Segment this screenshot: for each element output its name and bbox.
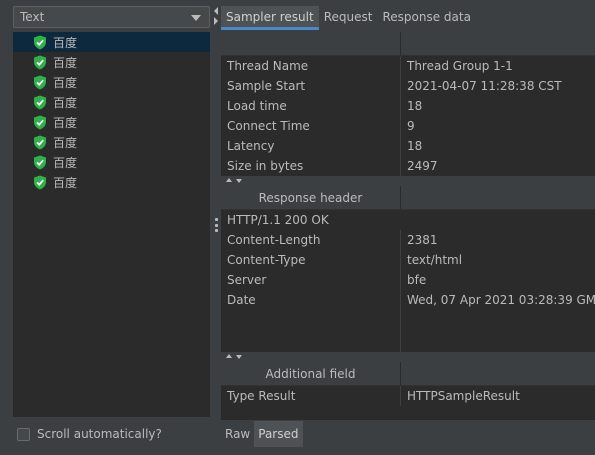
row-value: 18 (407, 99, 423, 113)
tree-item[interactable]: 百度 (13, 112, 210, 132)
row-name: Type Result (221, 386, 401, 406)
success-shield-icon (34, 155, 46, 169)
arrow-down-icon[interactable] (236, 355, 242, 359)
table-row: Connect Time 9 (221, 116, 595, 136)
row-value: Thread Group 1-1 (407, 59, 513, 73)
additional-field-title-row: Additional field (221, 362, 595, 386)
row-name: Latency (221, 136, 401, 156)
section-resizer[interactable] (221, 176, 595, 186)
row-value: Wed, 07 Apr 2021 03:28:39 GMT (407, 293, 595, 307)
row-name: Size in bytes (221, 156, 401, 176)
scroll-automatically-checkbox[interactable]: Scroll automatically? (17, 427, 162, 441)
table-row: Load time 18 (221, 96, 595, 116)
tree-item-label: 百度 (53, 115, 78, 130)
tab-raw[interactable]: Raw (221, 421, 254, 447)
row-value: 2497 (407, 159, 438, 173)
row-name: Connect Time (221, 116, 401, 136)
tree-item[interactable]: 百度 (13, 92, 210, 112)
tree-item[interactable]: 百度 (13, 72, 210, 92)
tree-item-label: 百度 (53, 155, 78, 170)
row-value: 9 (407, 119, 415, 133)
row-name: Sample Start (221, 76, 401, 96)
arrow-down-icon[interactable] (236, 179, 242, 183)
renderer-select-value: Text (20, 10, 45, 24)
renderer-select[interactable]: Text (13, 6, 210, 28)
result-tabs: Sampler result Request Response data (221, 6, 476, 30)
success-shield-icon (34, 75, 46, 89)
status-line: HTTP/1.1 200 OK (227, 213, 329, 227)
success-shield-icon (34, 115, 46, 129)
tree-item-label: 百度 (53, 175, 78, 190)
tab-request[interactable]: Request (319, 6, 378, 30)
tree-item[interactable]: 百度 (13, 152, 210, 172)
table-row: Date Wed, 07 Apr 2021 03:28:39 GMT (221, 290, 595, 310)
tree-item-label: 百度 (53, 75, 78, 90)
arrow-up-icon[interactable] (226, 178, 232, 182)
tree-item[interactable]: 百度 (13, 132, 210, 152)
splitter-grip-icon[interactable] (215, 218, 218, 232)
row-name: Thread Name (221, 56, 401, 76)
tab-response-data[interactable]: Response data (377, 6, 475, 30)
arrow-up-icon[interactable] (226, 354, 232, 358)
empty-rows (221, 310, 595, 352)
success-shield-icon (34, 95, 46, 109)
chevron-down-icon[interactable] (191, 15, 201, 21)
additional-field-title: Additional field (221, 362, 401, 385)
tree-item-label: 百度 (53, 35, 78, 50)
section-resizer[interactable] (221, 352, 595, 362)
success-shield-icon (34, 135, 46, 149)
table-row: Thread Name Thread Group 1-1 (221, 56, 595, 76)
success-shield-icon (34, 175, 46, 189)
collapse-right-arrow-icon[interactable] (214, 17, 218, 25)
tree-item-label: 百度 (53, 95, 78, 110)
row-value: 2021-04-07 11:28:38 CST (407, 79, 562, 93)
row-name: Content-Type (221, 250, 401, 270)
row-value: 18 (407, 139, 423, 153)
row-name: Server (221, 270, 401, 290)
table-row: Size in bytes 2497 (221, 156, 595, 176)
results-tree[interactable]: 百度 百度 百度 百度 百度 百度 百度 百度 (13, 32, 210, 417)
view-mode-tabs: Raw Parsed (221, 421, 303, 447)
table-row: Latency 18 (221, 136, 595, 156)
response-header-title: Response header (221, 186, 401, 209)
row-value: 2381 (407, 233, 438, 247)
checkbox-box[interactable] (17, 427, 30, 441)
response-header-title-row: Response header (221, 186, 595, 210)
table-row: Type Result HTTPSampleResult (221, 386, 595, 406)
tree-item-label: 百度 (53, 135, 78, 150)
row-name: Content-Length (221, 230, 401, 250)
row-value: text/html (407, 253, 463, 267)
success-shield-icon (34, 35, 46, 49)
response-header-rows: Content-Length 2381 Content-Type text/html S… (221, 230, 595, 310)
table-row: Server bfe (221, 270, 595, 290)
table-row: Sample Start 2021-04-07 11:28:38 CST (221, 76, 595, 96)
pane-splitter[interactable] (212, 0, 221, 455)
success-shield-icon (34, 55, 46, 69)
tree-item[interactable]: 百度 (13, 172, 210, 192)
tree-item[interactable]: 百度 (13, 52, 210, 72)
row-name: Date (221, 290, 401, 310)
scroll-automatically-label: Scroll automatically? (37, 427, 162, 441)
table-row: Content-Length 2381 (221, 230, 595, 250)
sampler-rows: Thread Name Thread Group 1-1 Sample Start 2… (221, 56, 595, 176)
tree-item[interactable]: 百度 (13, 32, 210, 52)
result-detail-pane: Sampler result Request Response data Thr… (221, 0, 595, 455)
additional-rows: Type Result HTTPSampleResult (221, 386, 595, 406)
row-value: HTTPSampleResult (407, 389, 520, 403)
collapse-left-arrow-icon[interactable] (214, 7, 218, 15)
sampler-result-table: Thread Name Thread Group 1-1 Sample Start 2… (221, 32, 595, 420)
results-tree-pane: Text 百度 百度 百度 百度 百度 百度 百度 百度 Scroll automatical… (0, 0, 212, 455)
tab-parsed[interactable]: Parsed (254, 421, 303, 447)
table-header (221, 32, 595, 56)
tab-sampler-result[interactable]: Sampler result (221, 6, 319, 30)
table-row: Content-Type text/html (221, 250, 595, 270)
row-name: Load time (221, 96, 401, 116)
table-row: HTTP/1.1 200 OK (221, 210, 595, 230)
tree-item-label: 百度 (53, 55, 78, 70)
row-value: bfe (407, 273, 427, 287)
